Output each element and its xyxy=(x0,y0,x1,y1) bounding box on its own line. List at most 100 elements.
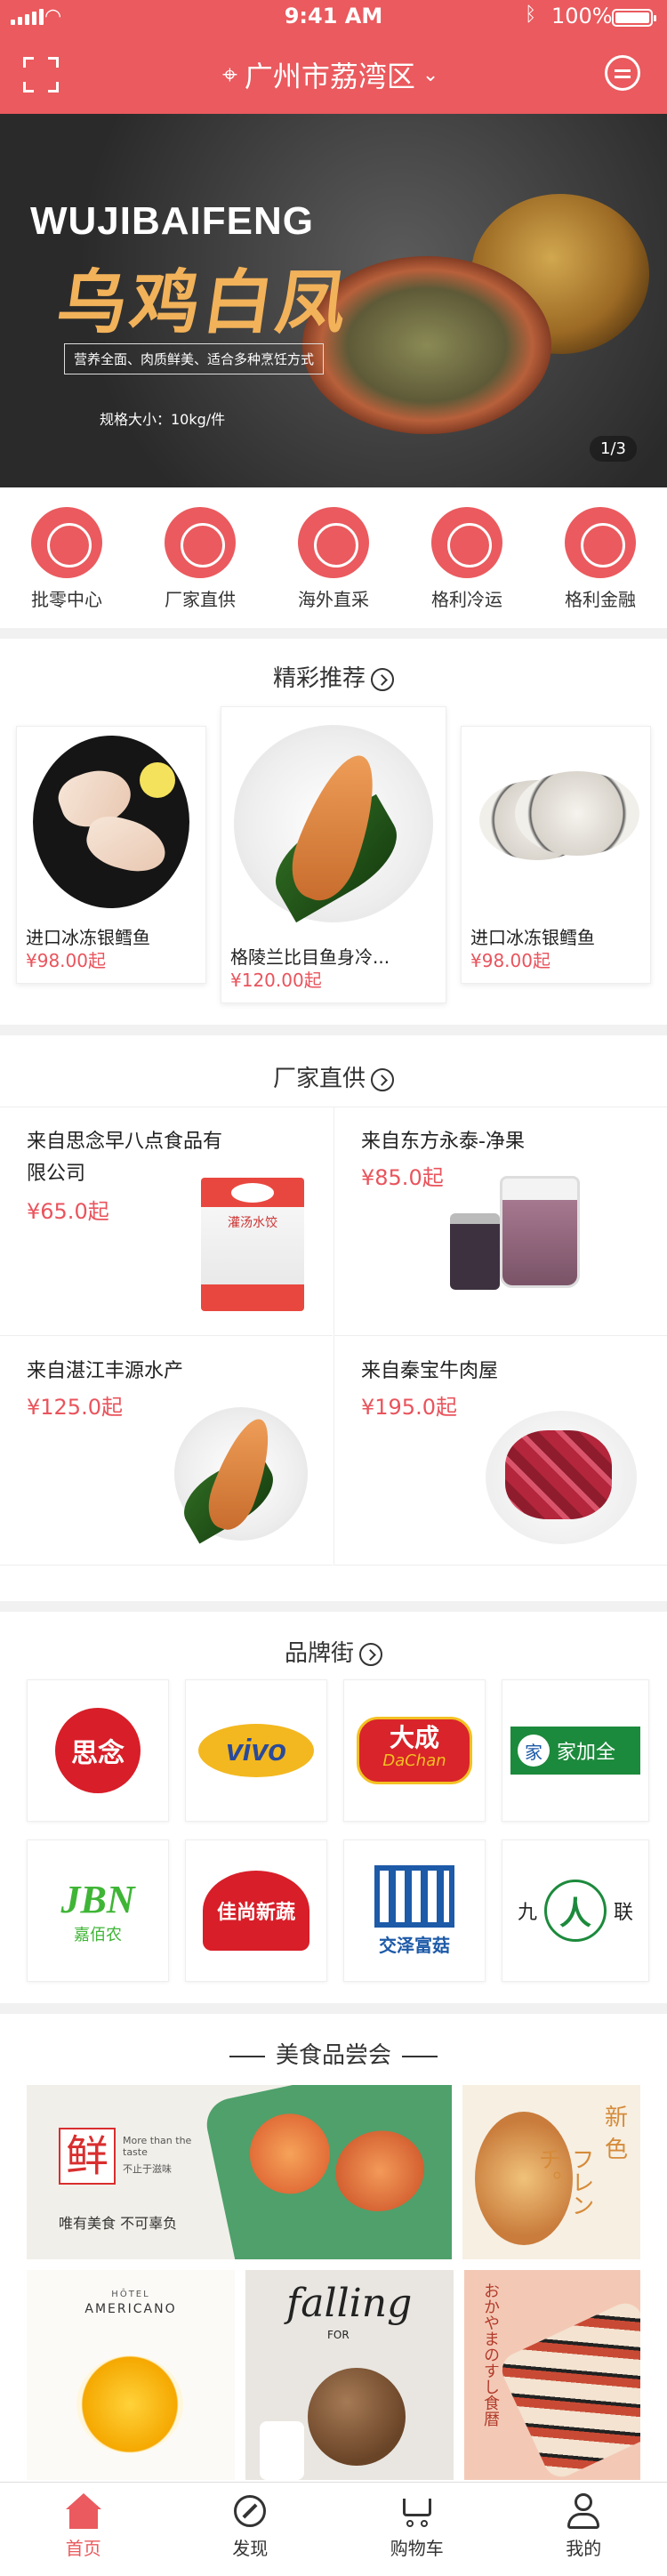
quick-menu: 批零中心 厂家直供 海外直采 格利冷运 格利金融 xyxy=(0,498,667,623)
tile-en-text: More than the taste xyxy=(123,2135,192,2158)
arrow-right-icon xyxy=(371,1067,394,1091)
sushi-image xyxy=(496,2298,640,2480)
package-label: 灌汤水饺 xyxy=(228,1216,277,1230)
message-icon[interactable] xyxy=(605,55,640,91)
quick-item-finance[interactable]: 格利金融 xyxy=(542,498,658,623)
quick-item-wholesale[interactable]: 批零中心 xyxy=(9,498,125,623)
cart-icon xyxy=(398,2491,437,2531)
vivo-logo: vivo xyxy=(198,1724,314,1777)
banner-spec: 规格大小：10kg/件 xyxy=(100,411,226,428)
tile-brand-top: HÔTEL xyxy=(111,2290,150,2299)
quick-item-label: 厂家直供 xyxy=(165,589,236,610)
tab-label: 购物车 xyxy=(390,2538,444,2559)
location-label: 广州市荔湾区 xyxy=(244,60,415,93)
product-name: 格陵兰比目鱼身冷... xyxy=(230,946,390,968)
plane-icon xyxy=(298,507,369,578)
tile-cn-small: 不止于滋味 xyxy=(123,2163,172,2175)
promo-banner[interactable]: WUJIBAIFENG 乌鸡白凤 营养全面、肉质鲜美、适合多种烹饪方式 规格大小… xyxy=(0,114,667,487)
tab-cart[interactable]: 购物车 xyxy=(364,2483,470,2576)
dachan-logo: 大成 DaChan xyxy=(357,1717,472,1784)
tab-label: 首页 xyxy=(65,2538,101,2559)
tab-mine[interactable]: 我的 xyxy=(530,2483,637,2576)
tab-bar: 首页 发现 购物车 我的 xyxy=(0,2482,667,2576)
brand-tile[interactable]: 思念 xyxy=(27,1679,169,1822)
factory-item[interactable]: 来自东方永泰-净果 ¥85.0起 xyxy=(334,1107,667,1336)
food-tile[interactable]: 鲜 More than the taste 不止于滋味 唯有美食 不可辜负 xyxy=(27,2085,452,2259)
arrow-right-icon xyxy=(371,667,394,691)
product-price: ¥120.00起 xyxy=(230,970,322,991)
scan-icon[interactable] xyxy=(23,57,59,93)
coin-icon xyxy=(565,507,636,578)
factory-item-name: 来自秦宝牛肉屋 xyxy=(361,1360,499,1382)
tile-jp-text: おかやまのすし食暦 xyxy=(481,2282,500,2427)
banner-title-en: WUJIBAIFENG xyxy=(30,199,314,243)
quick-item-label: 格利冷运 xyxy=(431,589,502,610)
factory-item-price: ¥65.0起 xyxy=(27,1199,109,1224)
brand-tile[interactable]: vivo xyxy=(185,1679,327,1822)
compass-icon xyxy=(230,2491,269,2531)
quick-item-label: 海外直采 xyxy=(298,589,369,610)
factory-item[interactable]: 来自思念早八点食品有限公司 ¥65.0起 灌汤水饺 xyxy=(0,1107,333,1336)
brands-header[interactable]: 品牌街 xyxy=(0,1635,667,1668)
product-card[interactable]: 进口冰冻银鳕鱼 ¥98.00起 xyxy=(16,726,206,984)
banner-title-cn: 乌鸡白凤 xyxy=(52,262,356,343)
juice-jug-image xyxy=(500,1176,580,1288)
egg-yolk-image xyxy=(76,2355,183,2453)
product-card[interactable]: 格陵兰比目鱼身冷... ¥120.00起 xyxy=(221,706,446,1003)
divider xyxy=(0,1601,667,1612)
food-tile[interactable]: HÔTEL AMERICANO xyxy=(27,2270,235,2480)
quick-item-label: 格利金融 xyxy=(565,589,636,610)
tile-katakana: フレンチ。 xyxy=(534,2147,594,2217)
home-icon xyxy=(64,2491,103,2531)
top-header: ◠ 9:41 AM ᛒ 100% ⌖ 广州市荔湾区 ⌄ xyxy=(0,0,667,114)
salmon-steak-image xyxy=(173,1407,308,1544)
brand-tile[interactable]: 大成 DaChan xyxy=(343,1679,486,1822)
jiajiaquan-logo: 家家加全 xyxy=(510,1727,640,1775)
beef-cubes-image xyxy=(486,1411,637,1544)
juice-jar-image xyxy=(450,1213,500,1290)
tab-discover[interactable]: 发现 xyxy=(197,2483,303,2576)
recommend-header[interactable]: 精彩推荐 xyxy=(0,660,667,693)
brand-tile[interactable]: 家家加全 xyxy=(502,1679,649,1822)
product-card[interactable]: 进口冰冻银鳕鱼 ¥98.00起 xyxy=(461,726,651,984)
food-tile[interactable]: falling FOR xyxy=(245,2270,454,2480)
quick-item-cold-chain[interactable]: 格利冷运 xyxy=(409,498,525,623)
battery-icon xyxy=(612,9,656,27)
tile-brand: AMERICANO xyxy=(84,2302,177,2316)
section-title: 精彩推荐 xyxy=(272,665,366,692)
tab-label: 我的 xyxy=(566,2538,602,2559)
food-tile[interactable]: おかやまのすし食暦 xyxy=(464,2270,640,2480)
brand-tile[interactable]: 交泽富菇 xyxy=(343,1839,486,1982)
bluetooth-icon: ᛒ xyxy=(525,4,537,26)
jiaoze-logo: 交泽富菇 xyxy=(374,1864,454,1957)
location-pin-icon: ⌖ xyxy=(222,59,237,91)
factory-item-price: ¥195.0起 xyxy=(361,1395,457,1420)
salmon-steak-image xyxy=(234,725,433,923)
location-selector[interactable]: ⌖ 广州市荔湾区 ⌄ xyxy=(222,55,454,94)
factory-item[interactable]: 来自湛江丰源水产 ¥125.0起 xyxy=(0,1336,333,1566)
divider xyxy=(0,2003,667,2014)
jiulian-logo: 九人联 xyxy=(518,1880,633,1942)
banner-pager: 1/3 xyxy=(590,436,637,462)
factory-item[interactable]: 来自秦宝牛肉屋 ¥195.0起 xyxy=(334,1336,667,1566)
factory-header[interactable]: 厂家直供 xyxy=(0,1060,667,1093)
tile-sub: FOR xyxy=(327,2329,350,2341)
factory-item-name: 来自东方永泰-净果 xyxy=(361,1131,525,1153)
brand-tile[interactable]: JBN 嘉佰农 xyxy=(27,1839,169,1982)
factory-item-price: ¥85.0起 xyxy=(361,1165,444,1190)
product-name: 进口冰冻银鳕鱼 xyxy=(470,927,595,948)
food-tile[interactable]: 新 色 フレンチ。 xyxy=(462,2085,640,2259)
brand-tile[interactable]: 佳尚新蔬 xyxy=(185,1839,327,1982)
user-icon xyxy=(564,2491,603,2531)
dumpling-package-image: 灌汤水饺 xyxy=(201,1178,304,1311)
banner-tagline: 营养全面、肉质鲜美、适合多种烹饪方式 xyxy=(64,343,325,374)
section-title: 美食品尝会 xyxy=(275,2042,391,2069)
quick-item-overseas[interactable]: 海外直采 xyxy=(276,498,391,623)
quick-item-label: 批零中心 xyxy=(31,589,102,610)
quick-item-factory[interactable]: 厂家直供 xyxy=(142,498,258,623)
section-title: 厂家直供 xyxy=(272,1066,366,1092)
brand-tile[interactable]: 九人联 xyxy=(502,1839,649,1982)
tab-home[interactable]: 首页 xyxy=(30,2483,137,2576)
product-price: ¥98.00起 xyxy=(26,950,106,971)
tab-label: 发现 xyxy=(232,2538,269,2559)
